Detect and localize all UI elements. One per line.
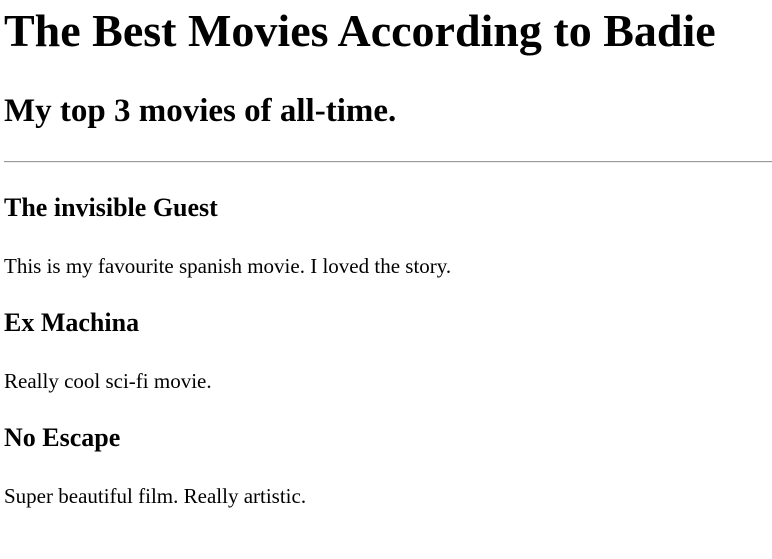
page-title: The Best Movies According to Badie (4, 5, 716, 56)
movie-title: The invisible Guest (4, 193, 218, 222)
movie-title: No Escape (4, 423, 121, 452)
section-divider (4, 161, 772, 163)
movie-description: Really cool sci-fi movie. (4, 369, 212, 393)
movie-description: Super beautiful film. Really artistic. (4, 484, 307, 508)
page-subtitle: My top 3 movies of all-time. (4, 93, 397, 129)
movie-title: Ex Machina (4, 308, 140, 337)
movie-description: This is my favourite spanish movie. I lo… (4, 254, 452, 278)
